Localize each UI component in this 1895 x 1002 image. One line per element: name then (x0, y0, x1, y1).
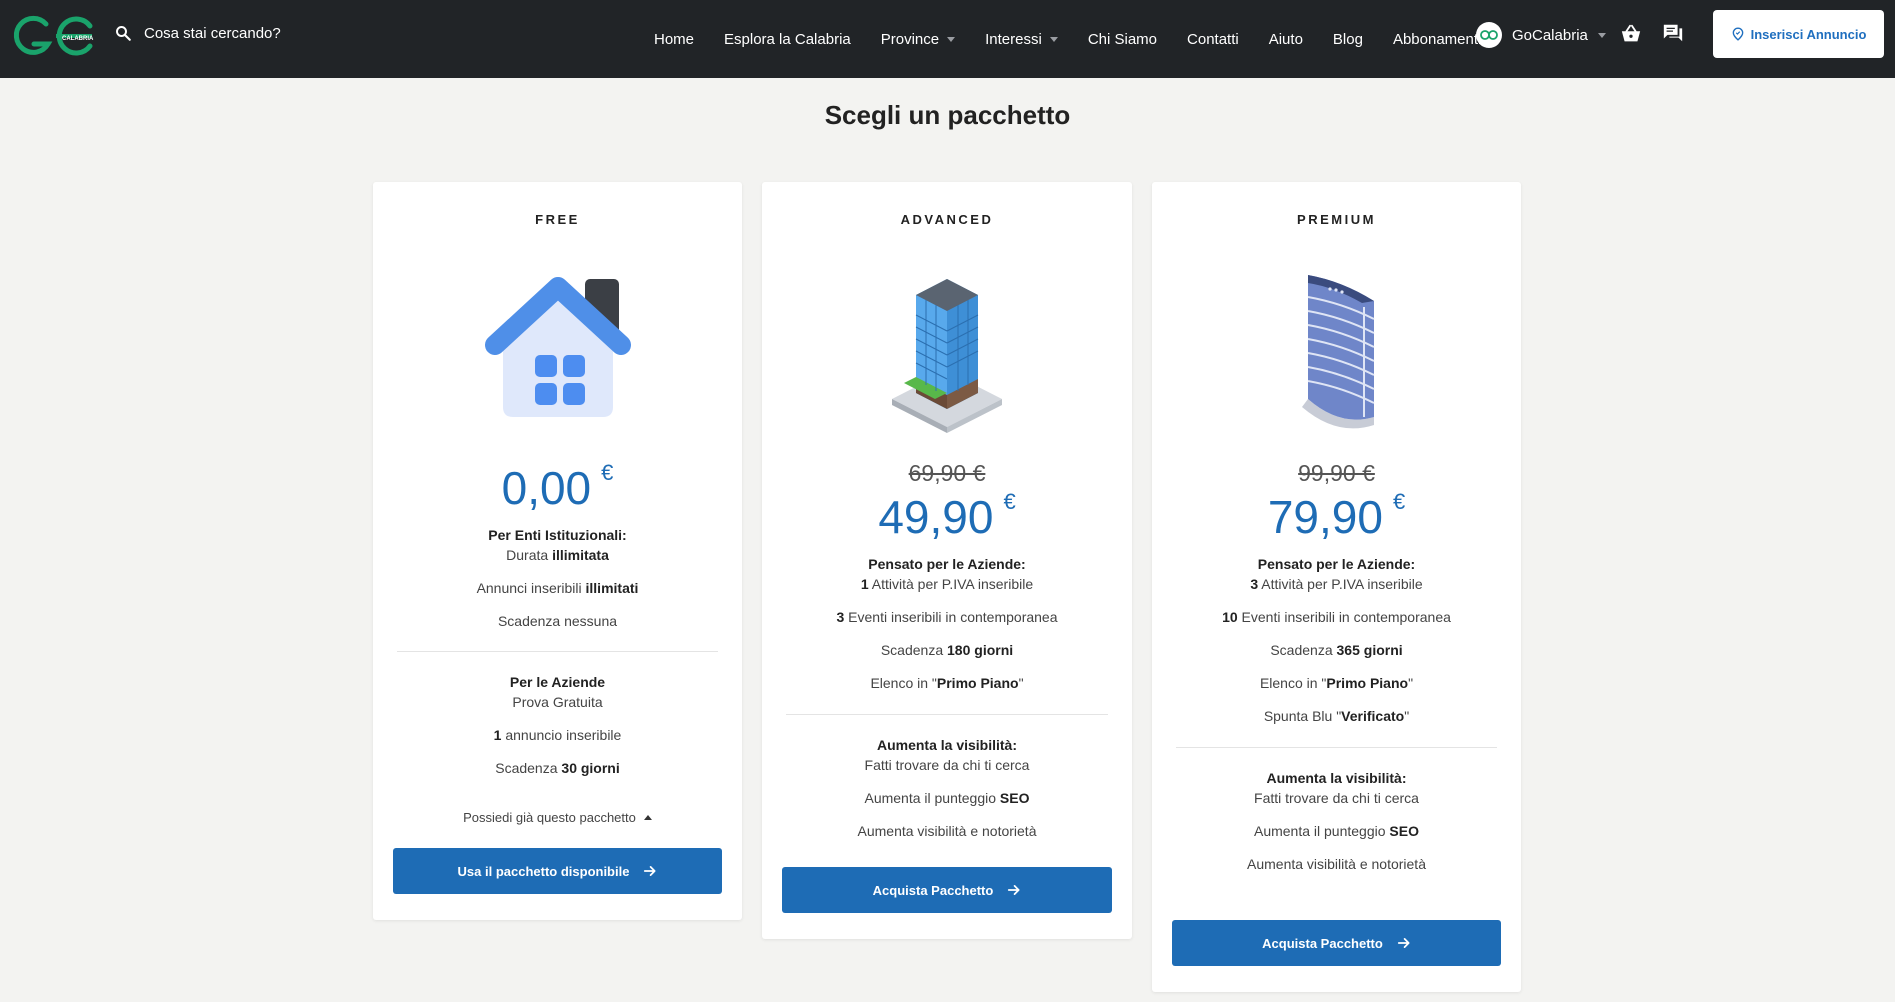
feature-line: Durata illimitata (506, 547, 609, 563)
chevron-down-icon (1049, 36, 1058, 42)
main-nav: Home Esplora la Calabria Province Intere… (654, 0, 1511, 78)
divider (1176, 747, 1497, 748)
feature-line: Elenco in "Primo Piano" (870, 675, 1024, 691)
old-price: 99,90 € (1298, 460, 1375, 486)
tier-name: PREMIUM (1297, 212, 1376, 227)
nav-province[interactable]: Province (881, 31, 956, 48)
avatar (1476, 22, 1502, 48)
nav-blog[interactable]: Blog (1333, 31, 1363, 48)
chevron-down-icon (1597, 32, 1606, 38)
chevron-down-icon (947, 36, 956, 42)
owned-package-toggle[interactable]: Possiedi già questo pacchetto (373, 810, 742, 825)
feature-line: Aumenta la visibilità: (876, 737, 1018, 753)
feature-line: Aumenta il punteggio SEO (864, 790, 1030, 806)
price: 49,90 € (878, 489, 1016, 543)
feature-line: 10 Eventi inseribili in contemporanea (1222, 609, 1451, 625)
feature-line: 3 Eventi inseribili in contemporanea (836, 609, 1058, 625)
building-illustration (892, 279, 1002, 433)
divider (397, 651, 718, 652)
feature-line: Aumenta visibilità e notorietà (1247, 856, 1426, 872)
feature-line: Spunta Blu "Verificato" (1263, 708, 1410, 724)
arrow-right-icon (1008, 885, 1020, 895)
gocalabria-logo[interactable]: CALABRIA (10, 14, 94, 58)
package-card-premium: PREMIUM 99,90 € 79,90 € Pensato per le Az… (1152, 182, 1521, 992)
feature-line: Scadenza 180 giorni (880, 642, 1014, 658)
nav-abbonamenti[interactable]: Abbonamenti (1393, 31, 1481, 48)
feature-line: 1 annuncio inseribile (493, 727, 622, 743)
feature-line: 3 Attività per P.IVA inseribile (1250, 576, 1423, 592)
feature-line: Pensato per le Aziende: (868, 556, 1026, 572)
tower-illustration (1301, 275, 1374, 429)
feature-line: Per le Aziende (509, 674, 606, 690)
feature-line: 1 Attività per P.IVA inseribile (860, 576, 1034, 592)
nav-home[interactable]: Home (654, 31, 694, 48)
buy-package-button[interactable]: Acquista Pacchetto (1172, 920, 1501, 966)
search-placeholder: Cosa stai cercando? (144, 24, 281, 42)
package-card-advanced: ADVANCED 69,90 € 49,90 € Pensato per le A… (762, 182, 1132, 939)
chevron-up-icon (643, 815, 652, 820)
user-menu[interactable]: GoCalabria (1476, 22, 1606, 48)
user-name: GoCalabria (1512, 26, 1588, 44)
nav-chi-siamo[interactable]: Chi Siamo (1088, 31, 1157, 48)
feature-line: Fatti trovare da chi ti cerca (1254, 790, 1419, 806)
search-bar[interactable]: Cosa stai cercando? (114, 24, 281, 42)
logo-text: CALABRIA (62, 36, 94, 42)
map-pin-icon (1732, 27, 1743, 41)
nav-aiuto[interactable]: Aiuto (1269, 31, 1303, 48)
search-icon (116, 26, 131, 41)
price: 0,00 € (501, 460, 614, 514)
tier-name: ADVANCED (900, 212, 994, 227)
feature-line: Scadenza nessuna (497, 613, 618, 629)
nav-esplora[interactable]: Esplora la Calabria (724, 31, 851, 48)
house-illustration (484, 277, 631, 417)
feature-line: Aumenta il punteggio SEO (1253, 823, 1419, 839)
use-package-button[interactable]: Usa il pacchetto disponibile (393, 848, 722, 894)
tier-name: FREE (535, 212, 580, 227)
inserisci-annuncio-button[interactable]: Inserisci Annuncio (1713, 10, 1884, 58)
feature-line: Pensato per le Aziende: (1257, 556, 1416, 572)
top-navbar: CALABRIA Cosa stai cercando? Home Esplor… (0, 0, 1895, 78)
arrow-right-icon (644, 866, 656, 876)
feature-line: Annunci inseribili illimitati (476, 580, 639, 596)
old-price: 69,90 € (908, 460, 986, 486)
buy-package-button[interactable]: Acquista Pacchetto (782, 867, 1112, 913)
feature-line: Scadenza 365 giorni (1270, 642, 1403, 658)
nav-interessi[interactable]: Interessi (985, 31, 1058, 48)
feature-line: Elenco in "Primo Piano" (1259, 675, 1414, 691)
feature-line: Prova Gratuita (512, 694, 603, 710)
arrow-right-icon (1397, 938, 1410, 948)
nav-contatti[interactable]: Contatti (1187, 31, 1239, 48)
price: 79,90 € (1267, 489, 1406, 543)
package-card-free: FREE 0,00 € Per Enti Istituzionali: Durat… (373, 182, 742, 920)
basket-icon[interactable] (1620, 23, 1642, 45)
feature-line: Per Enti Istituzionali: (488, 527, 627, 543)
feature-line: Fatti trovare da chi ti cerca (864, 757, 1030, 773)
feature-line: Aumenta la visibilità: (1266, 770, 1407, 786)
page-title: Scegli un pacchetto (824, 100, 1071, 130)
chat-icon[interactable] (1662, 22, 1684, 44)
divider (786, 714, 1108, 715)
feature-line: Aumenta visibilità e notorietà (857, 823, 1037, 839)
feature-line: Scadenza 30 giorni (495, 760, 620, 776)
